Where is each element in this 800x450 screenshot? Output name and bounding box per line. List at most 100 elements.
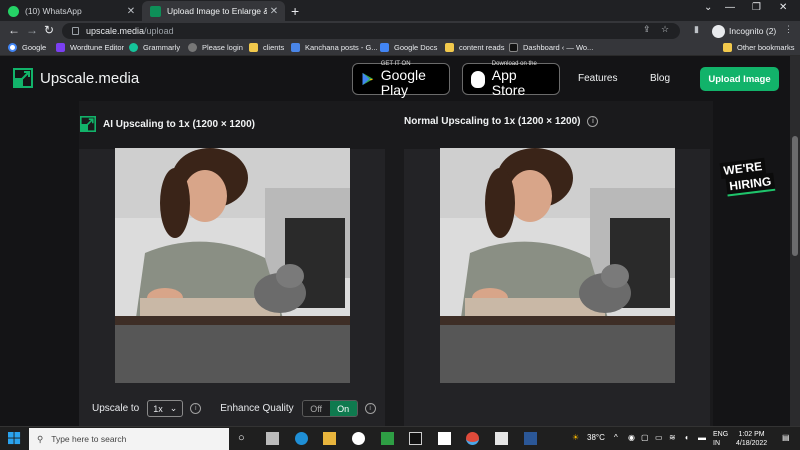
were-hiring-badge[interactable]: WE'RE HIRING — [718, 157, 778, 206]
search-icon: ⚲ — [37, 433, 44, 444]
edge-icon[interactable] — [295, 432, 308, 445]
globe-icon — [188, 43, 197, 52]
share-icon[interactable]: ⇪ — [643, 24, 651, 35]
evernote-icon[interactable] — [381, 432, 394, 445]
reload-button[interactable]: ↻ — [44, 23, 54, 37]
bookmark-please-login[interactable]: Please login — [188, 43, 243, 52]
tray-icon[interactable]: ▭ — [655, 433, 663, 442]
page-content: Upscale.media GET IT ON Google Play Down… — [0, 56, 800, 426]
tray-icon[interactable]: ▢ — [641, 433, 649, 442]
bookmark-label: content reads — [459, 43, 505, 52]
folder-icon — [249, 43, 258, 52]
bookmark-grammarly[interactable]: Grammarly — [129, 43, 180, 52]
enhance-quality-label: Enhance Quality — [220, 403, 294, 414]
bookmark-clients[interactable]: clients — [249, 43, 284, 52]
close-window-button[interactable]: ✕ — [779, 2, 787, 13]
wordtune-icon — [56, 43, 65, 52]
site-logo[interactable]: Upscale.media — [13, 68, 139, 88]
normal-upscaled-image — [440, 148, 675, 383]
close-tab-icon[interactable]: ✕ — [267, 6, 281, 17]
language-line-1: ENG — [713, 431, 729, 438]
bookmark-star-icon[interactable]: ☆ — [661, 24, 669, 35]
address-bar[interactable]: upscale.media/upload — [62, 23, 680, 39]
volume-icon[interactable]: ◖ — [684, 433, 689, 442]
back-button[interactable]: ← — [8, 23, 20, 37]
app-store-main: App Store — [491, 66, 526, 98]
word-icon[interactable] — [524, 432, 537, 445]
info-icon[interactable]: i — [587, 116, 599, 127]
info-icon[interactable]: i — [364, 403, 376, 414]
google-play-main: Google Play — [380, 66, 426, 98]
bookmark-wordtune[interactable]: Wordtune Editor — [56, 43, 124, 52]
chevron-down-icon: ⌄ — [169, 403, 178, 413]
wifi-icon[interactable]: ≋ — [669, 433, 676, 442]
bookmark-google[interactable]: Google — [8, 43, 46, 52]
new-tab-button[interactable]: + — [291, 3, 299, 19]
notifications-icon[interactable]: ▤ — [782, 433, 790, 442]
app-icon[interactable] — [352, 432, 365, 445]
ai-upscaled-image — [115, 148, 350, 383]
notion-icon[interactable] — [438, 432, 451, 445]
ai-upscaling-title: AI Upscaling to 1x (1200 × 1200) — [103, 118, 256, 130]
tab-title: Upload Image to Enlarge & Enha — [167, 6, 267, 16]
sheets-icon — [291, 43, 300, 52]
windows-start-icon[interactable] — [8, 432, 21, 445]
windows-taskbar: ⚲ Type here to search ○ ☀ 38°C ^ ◉ ▢ ▭ ≋… — [0, 426, 800, 450]
bookmark-content-reads[interactable]: content reads — [445, 43, 504, 52]
app-store-button[interactable]: Download on the App Store — [462, 61, 560, 98]
temperature-text[interactable]: 38°C — [587, 433, 605, 442]
tray-icon[interactable]: ◉ — [628, 433, 635, 442]
nav-blog[interactable]: Blog — [650, 73, 670, 84]
bookmark-dashboard[interactable]: Dashboard ‹ — Wo... — [509, 43, 593, 52]
google-play-icon — [362, 72, 374, 86]
upload-image-button[interactable]: Upload Image — [700, 67, 779, 91]
paint-icon[interactable] — [495, 432, 508, 445]
upscale-icon — [80, 116, 96, 132]
clock[interactable]: 1:02 PM 4/18/2022 — [736, 430, 767, 448]
battery-icon[interactable]: ▬ — [698, 433, 706, 442]
app-icon[interactable] — [409, 432, 422, 445]
incognito-profile[interactable]: Incognito (2) — [712, 23, 776, 39]
menu-icon[interactable]: ⋮ — [784, 24, 793, 35]
widgets-icon[interactable] — [266, 432, 279, 445]
google-icon — [8, 43, 17, 52]
bookmark-label: Wordtune Editor — [70, 43, 125, 52]
bookmark-kanchana-posts[interactable]: Kanchana posts - G... — [291, 43, 378, 52]
restore-button[interactable]: ❐ — [752, 2, 761, 13]
info-icon[interactable]: i — [190, 403, 202, 414]
profile-label: Incognito (2) — [729, 26, 777, 36]
browser-toolbar: ← → ↻ upscale.media/upload ⇪ ☆ ▮ Incogni… — [0, 21, 800, 41]
bookmark-other[interactable]: Other bookmarks — [723, 43, 795, 52]
incognito-icon — [712, 24, 725, 38]
bookmark-label: Google Docs — [394, 43, 438, 52]
tab-whatsapp[interactable]: (10) WhatsApp ✕ — [0, 1, 142, 21]
side-panel-icon[interactable]: ▮ — [694, 24, 699, 35]
task-view-icon[interactable]: ○ — [238, 432, 251, 445]
file-explorer-icon[interactable] — [323, 432, 336, 445]
bookmark-google-docs[interactable]: Google Docs — [380, 43, 437, 52]
toggle-off-option[interactable]: Off — [302, 401, 330, 416]
google-play-button[interactable]: GET IT ON Google Play — [352, 61, 450, 98]
enhance-quality-toggle[interactable]: Off On — [301, 400, 358, 417]
upscale-logo-icon — [13, 68, 33, 88]
tray-chevron-icon[interactable]: ^ — [614, 433, 618, 442]
minimize-button[interactable]: — — [725, 2, 735, 13]
lock-icon — [72, 27, 79, 35]
upscale-controls: Upscale to 1x ⌄ i Enhance Quality Off On… — [92, 400, 376, 417]
tab-search-icon[interactable]: ⌄ — [704, 2, 712, 13]
toggle-on-option[interactable]: On — [329, 401, 357, 416]
tab-upscale[interactable]: Upload Image to Enlarge & Enha ✕ — [142, 1, 285, 21]
scrollbar-thumb[interactable] — [792, 136, 798, 256]
page-scrollbar[interactable] — [790, 56, 800, 426]
chrome-icon[interactable] — [466, 432, 479, 445]
folder-icon — [445, 43, 454, 52]
nav-features[interactable]: Features — [578, 73, 617, 84]
taskbar-search-box[interactable]: ⚲ Type here to search — [29, 428, 229, 450]
forward-button[interactable]: → — [26, 23, 38, 37]
bookmark-label: Please login — [202, 43, 243, 52]
tab-title: (10) WhatsApp — [25, 6, 82, 16]
language-indicator[interactable]: ENG IN — [713, 430, 728, 448]
upscale-factor-select[interactable]: 1x ⌄ — [147, 400, 184, 417]
bookmark-label: Other bookmarks — [737, 43, 795, 52]
close-tab-icon[interactable]: ✕ — [124, 6, 138, 17]
